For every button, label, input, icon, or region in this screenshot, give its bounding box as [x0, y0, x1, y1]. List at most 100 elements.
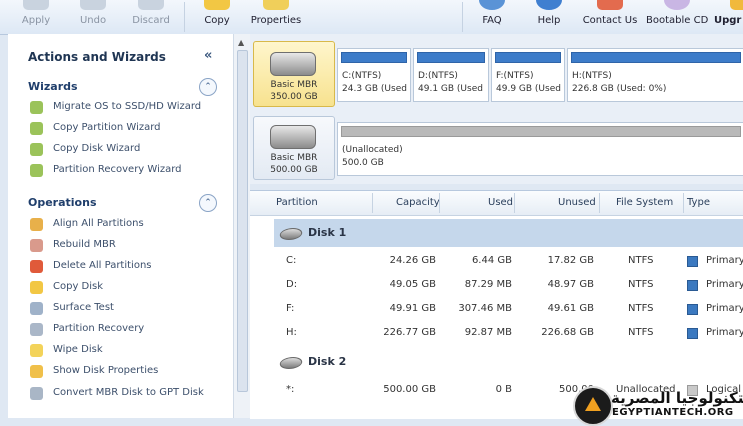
column-header-type[interactable]: Type	[687, 197, 710, 208]
partition-type-icon	[687, 328, 698, 339]
partition-recovery-icon	[30, 164, 43, 177]
disk-row-label: Disk 2	[308, 355, 347, 368]
disk-2-type: Basic MBR	[270, 153, 318, 163]
disk-2-row[interactable]: Disk 2	[274, 348, 743, 376]
cell-file-system: NTFS	[628, 303, 654, 314]
column-separator	[599, 193, 600, 213]
cell-file-system: NTFS	[628, 279, 654, 290]
faq-icon	[479, 0, 505, 10]
scrollbar-thumb[interactable]	[237, 50, 248, 392]
collapse-panel-icon[interactable]: «	[204, 48, 212, 63]
partition-d-block[interactable]: D:(NTFS) 49.1 GB (Used	[413, 48, 489, 102]
cell-partition: *:	[286, 384, 295, 395]
operations-section-title: Operations	[28, 196, 97, 209]
cell-partition: D:	[286, 279, 298, 290]
column-header-used[interactable]: Used	[488, 197, 513, 208]
contact-us-button[interactable]: Contact Us	[582, 0, 638, 34]
copy-button[interactable]: Copy	[200, 0, 234, 34]
bootable-cd-button[interactable]: Bootable CD	[646, 0, 708, 34]
column-header-partition[interactable]: Partition	[276, 197, 318, 208]
partition-label: D:(NTFS)	[418, 71, 458, 81]
upgrade-button[interactable]: Upgr	[714, 0, 743, 34]
table-row[interactable]: H: 226.77 GB 92.87 MB 226.68 GB NTFS Pri…	[250, 321, 743, 345]
actions-wizards-panel: Actions and Wizards « Wizards ⌃ Migrate …	[8, 34, 234, 418]
apply-check-icon	[23, 0, 49, 10]
partition-size: 500.0 GB	[342, 158, 384, 168]
table-row[interactable]: F: 49.91 GB 307.46 MB 49.61 GB NTFS Prim…	[250, 297, 743, 321]
cell-type: Primary	[706, 255, 743, 266]
cell-capacity: 500.00 GB	[383, 384, 436, 395]
toolbar-separator	[184, 2, 185, 32]
faq-button[interactable]: FAQ	[476, 0, 508, 34]
undo-arrow-icon	[80, 0, 106, 10]
cell-used: 92.87 MB	[464, 327, 512, 338]
column-separator	[372, 193, 373, 213]
cell-type: Primary	[706, 303, 743, 314]
help-button[interactable]: Help	[532, 0, 566, 34]
partition-c-block[interactable]: C:(NTFS) 24.3 GB (Used	[337, 48, 411, 102]
scroll-up-arrow-icon[interactable]: ▲	[238, 38, 244, 47]
cell-partition: C:	[286, 255, 297, 266]
hard-disk-icon	[270, 125, 316, 149]
disk-properties-icon	[30, 365, 43, 378]
partition-usage-bar	[341, 52, 407, 63]
partition-size: 49.9 GB (Used	[496, 84, 561, 94]
watermark-site-text: EGYPTIANTECH.ORG	[612, 407, 734, 418]
cell-file-system: NTFS	[628, 255, 654, 266]
left-panel-scrollbar[interactable]: ▲	[233, 34, 250, 418]
watermark-arabic-text: التكنولوجيا المصرية	[611, 389, 743, 407]
unallocated-block[interactable]: (Unallocated) 500.0 GB	[337, 122, 743, 176]
operations-collapse-toggle-icon[interactable]: ⌃	[199, 194, 217, 212]
partition-h-block[interactable]: H:(NTFS) 226.8 GB (Used: 0%)	[567, 48, 743, 102]
partition-label: F:(NTFS)	[496, 71, 534, 81]
disk-1-type: Basic MBR	[270, 80, 318, 90]
cell-capacity: 226.77 GB	[383, 327, 436, 338]
cell-used: 307.46 MB	[458, 303, 512, 314]
rebuild-mbr-icon	[30, 239, 43, 252]
partition-size: 49.1 GB (Used	[418, 84, 483, 94]
partition-type-icon	[687, 256, 698, 267]
cell-unused: 49.61 GB	[547, 303, 594, 314]
cell-partition: F:	[286, 303, 295, 314]
disk-2-card[interactable]: Basic MBR 500.00 GB	[253, 116, 335, 180]
discard-button[interactable]: Discard	[130, 0, 172, 34]
wizards-collapse-toggle-icon[interactable]: ⌃	[199, 78, 217, 96]
copy-partition-icon	[30, 122, 43, 135]
column-separator	[514, 193, 515, 213]
partition-label: H:(NTFS)	[572, 71, 612, 81]
column-header-capacity[interactable]: Capacity	[396, 197, 440, 208]
toolbar-separator	[462, 2, 463, 32]
migrate-os-icon	[30, 101, 43, 114]
panel-title: Actions and Wizards	[28, 50, 166, 64]
disk-1-size: 350.00 GB	[270, 92, 318, 102]
copy-disk-icon	[30, 143, 43, 156]
undo-button[interactable]: Undo	[76, 0, 110, 34]
partition-usage-bar	[495, 52, 561, 63]
column-separator	[439, 193, 440, 213]
table-row[interactable]: D: 49.05 GB 87.29 MB 48.97 GB NTFS Prima…	[250, 273, 743, 297]
cell-type: Primary	[706, 279, 743, 290]
surface-test-icon	[30, 302, 43, 315]
cell-unused: 226.68 GB	[541, 327, 594, 338]
table-header: Partition Capacity Used Unused File Syst…	[250, 191, 743, 216]
column-header-file-system[interactable]: File System	[616, 197, 673, 208]
table-row[interactable]: C: 24.26 GB 6.44 GB 17.82 GB NTFS Primar…	[250, 249, 743, 273]
cell-partition: H:	[286, 327, 297, 338]
cell-capacity: 24.26 GB	[389, 255, 436, 266]
delete-icon	[30, 260, 43, 273]
properties-icon	[263, 0, 289, 10]
column-header-unused[interactable]: Unused	[558, 197, 596, 208]
hard-disk-icon	[277, 357, 305, 369]
align-icon	[30, 218, 43, 231]
copy-disk-icon	[30, 281, 43, 294]
partition-size: 226.8 GB (Used: 0%)	[572, 84, 667, 94]
partition-recovery-icon	[30, 323, 43, 336]
partition-usage-bar	[571, 52, 741, 63]
disk-1-row[interactable]: Disk 1	[274, 219, 743, 247]
disk-1-card[interactable]: Basic MBR 350.00 GB	[253, 41, 335, 107]
apply-button[interactable]: Apply	[18, 0, 54, 34]
partition-size: 24.3 GB (Used	[342, 84, 407, 94]
properties-button[interactable]: Properties	[248, 0, 304, 34]
partition-usage-bar	[417, 52, 485, 63]
partition-f-block[interactable]: F:(NTFS) 49.9 GB (Used	[491, 48, 565, 102]
